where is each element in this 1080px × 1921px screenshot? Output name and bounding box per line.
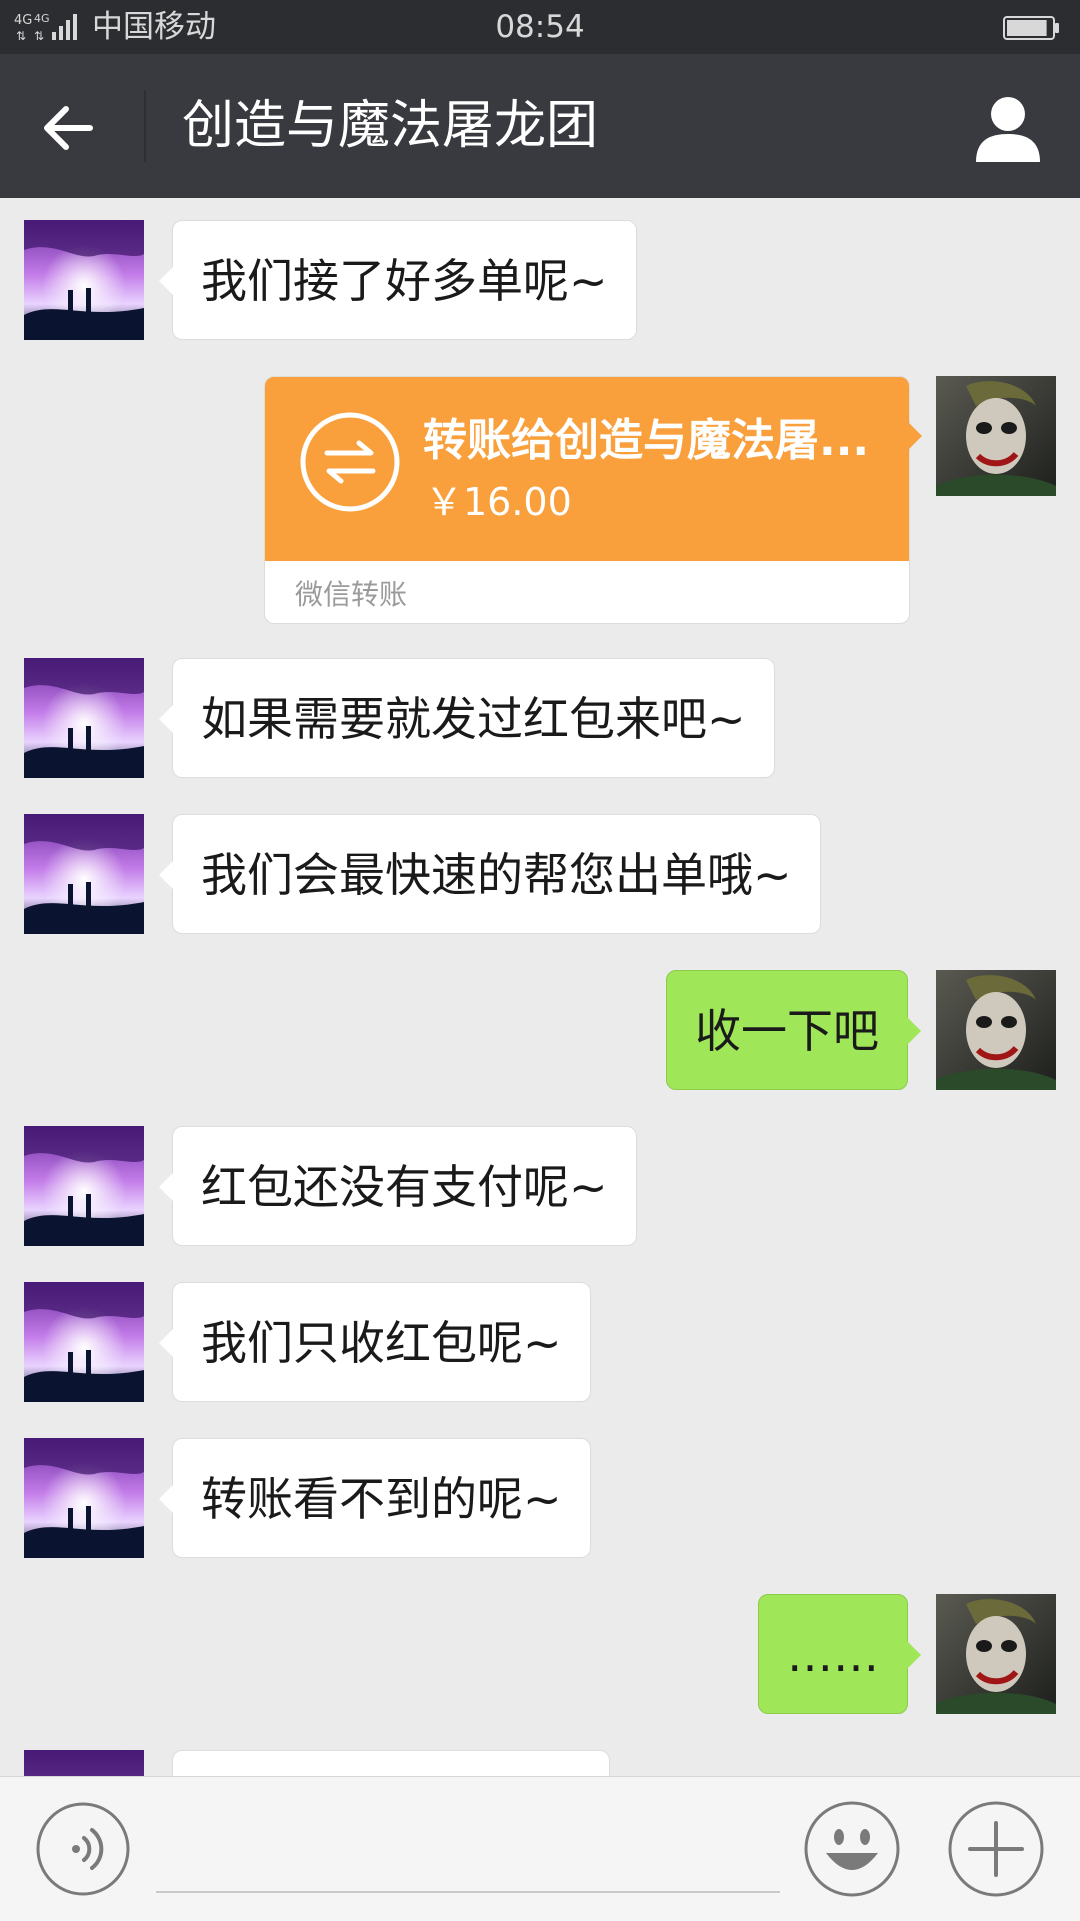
group-avatar[interactable] [24, 1126, 144, 1246]
message-bubble[interactable]: 转账看不到的呢~ [159, 1438, 591, 1558]
input-bar [0, 1776, 1080, 1921]
transfer-card[interactable]: 转账给创造与魔法屠... ￥16.00 微信转账 [264, 376, 910, 624]
message-bubble[interactable]: 我们会最快速的帮您出单哦~ [159, 814, 821, 934]
smiley-icon[interactable] [804, 1801, 900, 1897]
message-bubble[interactable] [172, 1750, 610, 1776]
transfer-amount: ￥16.00 [425, 480, 572, 524]
group-avatar[interactable] [24, 1438, 144, 1558]
message-list[interactable]: 我们接了好多单呢~ 转账给创造与魔法屠... ￥16.00 微信转账 如果需要就… [0, 198, 1080, 1776]
message-bubble-outgoing[interactable]: 收一下吧 [666, 970, 921, 1090]
transfer-arrows-icon [300, 412, 400, 512]
transfer-title: 转账给创造与魔法屠... [423, 415, 870, 466]
my-avatar[interactable] [936, 1594, 1056, 1714]
transfer-card-header: 转账给创造与魔法屠... ￥16.00 [265, 377, 909, 561]
plus-icon[interactable] [948, 1801, 1044, 1897]
transfer-footer: 微信转账 [295, 578, 408, 611]
message-bubble[interactable]: 如果需要就发过红包来吧~ [159, 658, 775, 778]
my-avatar[interactable] [936, 376, 1056, 496]
status-bar: 4G 4G ⇅ ⇅ 中国移动 08:54 [0, 0, 1080, 54]
bubble-tail [908, 422, 922, 450]
message-bubble[interactable]: 我们接了好多单呢~ [159, 220, 637, 340]
battery-icon [1003, 16, 1059, 40]
voice-icon[interactable] [36, 1802, 130, 1896]
group-avatar[interactable] [24, 1282, 144, 1402]
chat-header: 创造与魔法屠龙团 [0, 54, 1080, 198]
group-avatar[interactable] [24, 658, 144, 778]
back-arrow-icon[interactable] [40, 100, 96, 156]
clock: 08:54 [495, 9, 585, 45]
group-avatar[interactable] [24, 814, 144, 934]
my-avatar[interactable] [936, 970, 1056, 1090]
group-avatar[interactable] [24, 220, 144, 340]
message-bubble-outgoing[interactable]: …… [758, 1594, 921, 1714]
person-icon[interactable] [972, 94, 1044, 164]
message-bubble[interactable]: 红包还没有支付呢~ [159, 1126, 637, 1246]
message-input[interactable] [156, 1891, 780, 1893]
header-divider [144, 90, 146, 162]
message-bubble[interactable]: 我们只收红包呢~ [159, 1282, 591, 1402]
chat-title: 创造与魔法屠龙团 [182, 96, 599, 156]
group-avatar[interactable] [24, 1750, 144, 1776]
